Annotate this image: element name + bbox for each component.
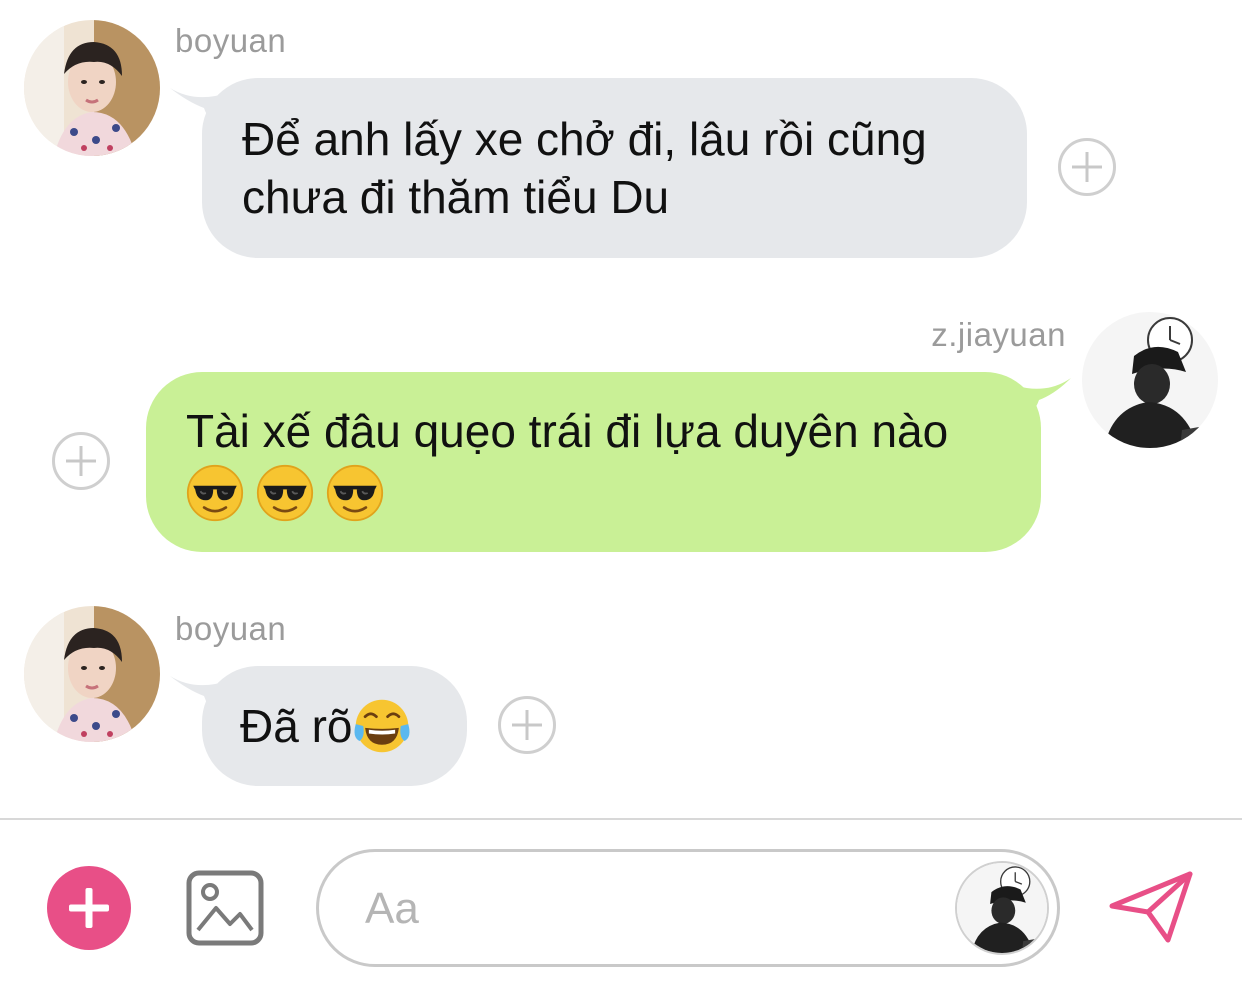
paper-plane-icon	[1109, 871, 1193, 943]
bubble-tail	[1011, 378, 1071, 424]
message-composer[interactable]	[316, 849, 1060, 967]
add-reaction-button[interactable]	[52, 432, 110, 490]
add-reaction-button[interactable]	[498, 696, 556, 754]
add-reaction-button[interactable]	[1058, 138, 1116, 196]
avatar-boyuan[interactable]	[24, 606, 160, 742]
chat-screen: boyuan Để anh lấy xe chở đi, lâu rồi cũn…	[0, 0, 1242, 998]
send-button[interactable]	[1108, 870, 1194, 944]
avatar-jiayuan[interactable]	[1082, 312, 1218, 448]
smiling-face-with-sunglasses-icon	[186, 464, 244, 522]
avatar-jiayuan-small[interactable]	[955, 861, 1049, 955]
add-button[interactable]	[47, 866, 131, 950]
message-bubble-incoming[interactable]: Để anh lấy xe chở đi, lâu rồi cũng chưa …	[170, 78, 1027, 258]
gallery-button[interactable]	[186, 870, 264, 946]
message-bubble-outgoing[interactable]: Tài xế đâu quẹo trái đi lựa duyên nào	[146, 372, 1071, 552]
sender-name: boyuan	[175, 610, 287, 647]
bubble-tail	[170, 676, 230, 720]
message-input[interactable]	[363, 876, 927, 942]
emoji-row	[186, 464, 1001, 522]
sender-name: z.jiayuan	[931, 316, 1066, 353]
face-with-tears-of-joy-icon	[352, 696, 412, 756]
image-icon	[186, 870, 264, 946]
message-text: Tài xế đâu quẹo trái đi lựa duyên nào	[186, 405, 949, 457]
sender-name: boyuan	[175, 22, 287, 59]
composer-divider	[0, 818, 1242, 820]
smiling-face-with-sunglasses-icon	[326, 464, 384, 522]
message-bubble-incoming[interactable]: Đã rõ	[170, 666, 467, 786]
bubble-tail	[170, 88, 230, 132]
message-text: Đã rõ	[240, 700, 353, 752]
message-text: Để anh lấy xe chở đi, lâu rồi cũng chưa …	[242, 113, 927, 223]
smiling-face-with-sunglasses-icon	[256, 464, 314, 522]
avatar-boyuan[interactable]	[24, 20, 160, 156]
